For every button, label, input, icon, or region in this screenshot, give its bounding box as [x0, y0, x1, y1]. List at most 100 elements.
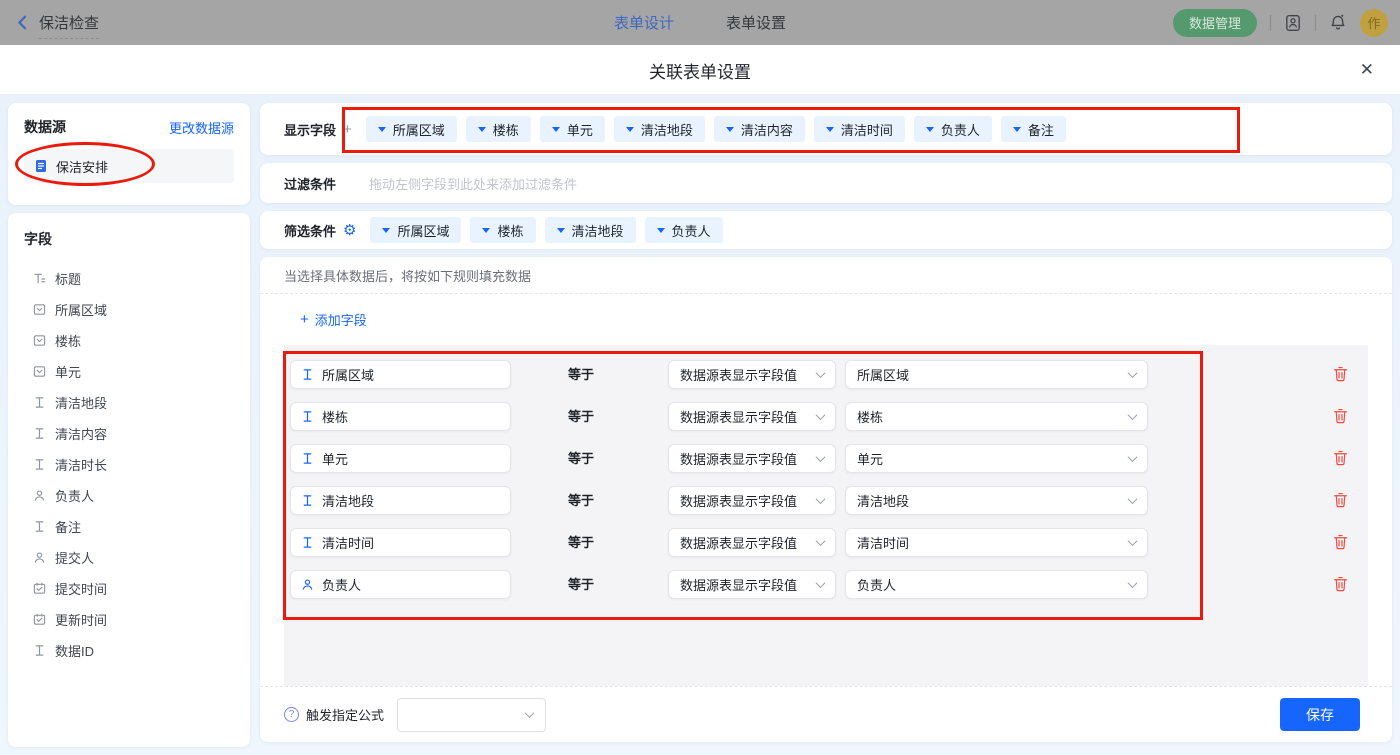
- user-icon: [301, 578, 314, 591]
- caret-down-icon: [556, 227, 565, 233]
- rule-target-field[interactable]: 楼栋: [290, 402, 511, 431]
- add-field-button[interactable]: + 添加字段: [300, 310, 367, 329]
- rule-target-field[interactable]: 单元: [290, 444, 511, 473]
- field-item-title[interactable]: 标题: [24, 263, 234, 294]
- display-field-tag[interactable]: 单元: [539, 116, 605, 142]
- field-item-owner[interactable]: 负责人: [24, 480, 234, 511]
- display-field-tag[interactable]: 清洁地段: [613, 116, 705, 142]
- source-type-select[interactable]: 数据源表显示字段值: [668, 444, 836, 473]
- chevron-down-icon: [1127, 578, 1138, 589]
- equals-label: 等于: [568, 535, 595, 550]
- screening-row: 筛选条件 ⚙ 所属区域 楼栋 清洁地段 负责人: [260, 211, 1392, 249]
- tab-form-settings[interactable]: 表单设置: [726, 12, 786, 33]
- tag-label: 清洁地段: [571, 223, 624, 239]
- display-field-tag[interactable]: 备注: [1000, 116, 1066, 142]
- field-item-clean-duration[interactable]: 清洁时长: [24, 449, 234, 480]
- text-field-icon: [33, 396, 46, 409]
- source-type-select[interactable]: 数据源表显示字段值: [668, 402, 836, 431]
- tag-label: 备注: [1027, 122, 1054, 138]
- rule-field-label: 负责人: [322, 578, 362, 593]
- source-field-select[interactable]: 负责人: [845, 570, 1148, 599]
- display-field-tag[interactable]: 清洁内容: [713, 116, 805, 142]
- source-field-select[interactable]: 清洁时间: [845, 528, 1148, 557]
- field-item-submitter[interactable]: 提交人: [24, 542, 234, 573]
- save-button[interactable]: 保存: [1280, 698, 1360, 731]
- rule-target-field[interactable]: 负责人: [290, 570, 511, 599]
- trash-icon[interactable]: [1333, 534, 1348, 550]
- field-item-submit-time[interactable]: 提交时间: [24, 573, 234, 604]
- screening-tag[interactable]: 清洁地段: [544, 217, 636, 243]
- gear-icon[interactable]: ⚙: [343, 223, 356, 238]
- text-field-icon: [33, 427, 46, 440]
- formula-select[interactable]: [397, 697, 547, 732]
- text-field-icon: [33, 520, 46, 533]
- contacts-icon[interactable]: [1284, 14, 1302, 32]
- display-field-tag[interactable]: 所属区域: [365, 116, 457, 142]
- field-item-clean-section[interactable]: 清洁地段: [24, 387, 234, 418]
- close-icon[interactable]: ✕: [1360, 59, 1374, 81]
- select-value: 数据源表显示字段值: [680, 452, 798, 467]
- modal-title: 关联表单设置: [649, 62, 751, 82]
- field-item-building[interactable]: 楼栋: [24, 325, 234, 356]
- text-field-icon: [33, 458, 46, 471]
- screening-tag[interactable]: 负责人: [644, 217, 723, 243]
- screening-tag[interactable]: 所属区域: [370, 217, 462, 243]
- source-type-select[interactable]: 数据源表显示字段值: [668, 360, 836, 389]
- screening-tag[interactable]: 楼栋: [470, 217, 536, 243]
- data-manage-button[interactable]: 数据管理: [1172, 8, 1257, 37]
- calendar-icon: [33, 582, 46, 595]
- field-item-label: 提交时间: [55, 582, 108, 597]
- field-item-data-id[interactable]: 数据ID: [24, 635, 234, 666]
- chevron-down-icon: [815, 452, 826, 463]
- tag-label: 清洁地段: [640, 122, 693, 138]
- rule-row: 负责人 等于 数据源表显示字段值 负责人: [284, 570, 1368, 599]
- change-datasource-link[interactable]: 更改数据源: [169, 118, 234, 137]
- trash-icon[interactable]: [1333, 492, 1348, 508]
- trash-icon[interactable]: [1333, 408, 1348, 424]
- field-item-label: 更新时间: [55, 613, 108, 628]
- tag-label: 负责人: [940, 122, 980, 138]
- field-item-unit[interactable]: 单元: [24, 356, 234, 387]
- rule-target-field[interactable]: 清洁时间: [290, 528, 511, 557]
- filter-dropzone[interactable]: 拖动左侧字段到此处来添加过滤条件: [369, 174, 577, 193]
- bell-icon[interactable]: [1329, 14, 1347, 32]
- field-item-area[interactable]: 所属区域: [24, 294, 234, 325]
- source-type-select[interactable]: 数据源表显示字段值: [668, 570, 836, 599]
- datasource-item[interactable]: 保洁安排: [24, 149, 234, 183]
- source-type-select[interactable]: 数据源表显示字段值: [668, 486, 836, 515]
- source-type-select[interactable]: 数据源表显示字段值: [668, 528, 836, 557]
- tag-label: 单元: [566, 122, 593, 138]
- tab-form-design[interactable]: 表单设计: [614, 12, 674, 33]
- display-field-tag[interactable]: 负责人: [913, 116, 992, 142]
- calendar-icon: [33, 613, 46, 626]
- source-field-select[interactable]: 楼栋: [845, 402, 1148, 431]
- display-field-tag[interactable]: 清洁时间: [813, 116, 905, 142]
- tag-label: 楼栋: [492, 122, 519, 138]
- caret-down-icon: [477, 126, 486, 132]
- display-field-tag[interactable]: 楼栋: [465, 116, 531, 142]
- rule-target-field[interactable]: 所属区域: [290, 360, 511, 389]
- display-fields-label: 显示字段: [284, 122, 337, 138]
- field-item-label: 标题: [55, 272, 82, 287]
- field-item-remark[interactable]: 备注: [24, 511, 234, 542]
- plus-icon: +: [300, 311, 309, 328]
- select-value: 数据源表显示字段值: [680, 578, 798, 593]
- field-item-update-time[interactable]: 更新时间: [24, 604, 234, 635]
- source-field-select[interactable]: 清洁地段: [845, 486, 1148, 515]
- source-field-select[interactable]: 所属区域: [845, 360, 1148, 389]
- chevron-down-icon: [1127, 494, 1138, 505]
- source-field-select[interactable]: 单元: [845, 444, 1148, 473]
- select-field-icon: [33, 303, 46, 316]
- field-item-clean-content[interactable]: 清洁内容: [24, 418, 234, 449]
- trash-icon[interactable]: [1333, 576, 1348, 592]
- avatar[interactable]: 作: [1360, 8, 1388, 37]
- help-icon[interactable]: ?: [284, 707, 299, 722]
- equals-label: 等于: [568, 367, 595, 382]
- equals-label: 等于: [568, 577, 595, 592]
- text-field-icon: [301, 452, 314, 465]
- add-display-field-button[interactable]: +: [343, 121, 352, 138]
- rule-field-label: 清洁地段: [322, 494, 375, 509]
- trash-icon[interactable]: [1333, 450, 1348, 466]
- rule-target-field[interactable]: 清洁地段: [290, 486, 511, 515]
- trash-icon[interactable]: [1333, 366, 1348, 382]
